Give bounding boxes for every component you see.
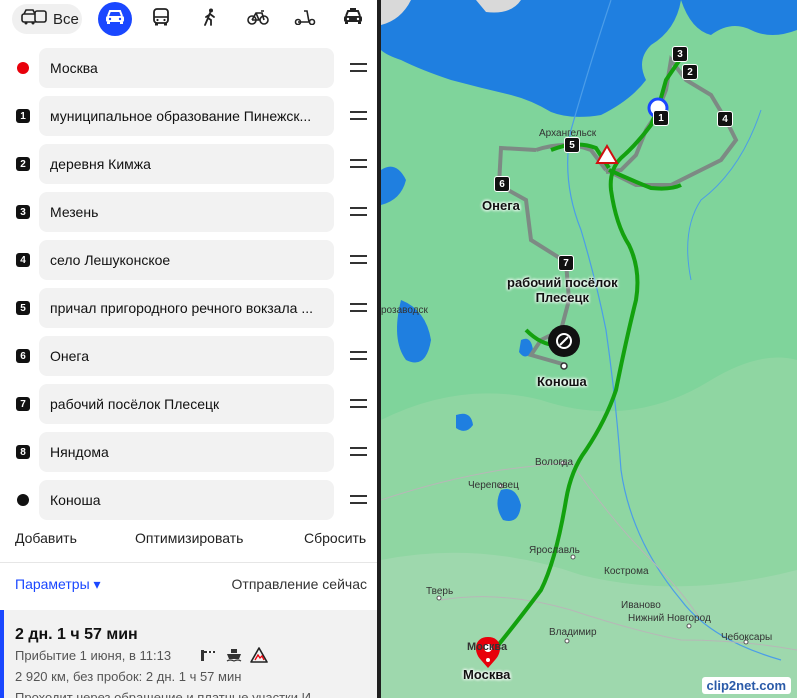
map-view[interactable]: 1 2 3 4 5 6 7 Архангельск Онега рабочий … <box>381 0 797 698</box>
bus-mode-button[interactable] <box>144 2 178 36</box>
waypoint-row: 5 причал пригородного речного вокзала ..… <box>0 288 377 328</box>
map-label-arkhangelsk: Архангельск <box>539 128 597 139</box>
map-pin-1[interactable]: 1 <box>653 110 669 126</box>
waypoint-row: 2 деревня Кимжа <box>0 144 377 184</box>
parameters-dropdown[interactable]: Параметры ▾ <box>15 576 101 593</box>
start-point-icon <box>17 62 29 74</box>
scooter-mode-button[interactable] <box>288 2 322 36</box>
all-modes-label: Все <box>53 10 79 28</box>
road-warning-icon <box>250 647 268 668</box>
waypoint-row: 8 Няндома <box>0 432 377 472</box>
waypoint-input[interactable]: муниципальное образование Пинежск... <box>39 96 334 136</box>
bike-icon <box>247 9 269 30</box>
waypoint-input[interactable]: село Лешуконское <box>39 240 334 280</box>
drag-handle-icon[interactable] <box>350 447 367 457</box>
drag-handle-icon[interactable] <box>350 63 367 73</box>
waypoint-number-badge: 2 <box>16 157 30 171</box>
scooter-icon <box>294 9 316 30</box>
end-point-icon <box>17 494 29 506</box>
waypoint-row: Москва <box>0 48 377 88</box>
map-label-cherepovets: Череповец <box>468 480 519 491</box>
waypoint-row: 7 рабочий посёлок Плесецк <box>0 384 377 424</box>
waypoint-input[interactable]: Коноша <box>39 480 334 520</box>
waypoint-row: 3 Мезень <box>0 192 377 232</box>
waypoint-input[interactable]: причал пригородного речного вокзала ... <box>39 288 334 328</box>
drag-handle-icon[interactable] <box>350 303 367 313</box>
route-actions: Добавить Оптимизировать Сбросить <box>0 530 377 550</box>
reset-button[interactable]: Сбросить <box>304 530 366 546</box>
waypoint-input[interactable]: рабочий посёлок Плесецк <box>39 384 334 424</box>
map-pin-6[interactable]: 6 <box>494 176 510 192</box>
clip2net-watermark: clip2net.com <box>701 677 791 694</box>
walk-mode-button[interactable] <box>193 2 227 36</box>
waypoint-row: 1 муниципальное образование Пинежск... <box>0 96 377 136</box>
drag-handle-icon[interactable] <box>350 159 367 169</box>
drag-handle-icon[interactable] <box>350 111 367 121</box>
route-summary-card[interactable]: 2 дн. 1 ч 57 мин Прибытие 1 июня, в 11:1… <box>0 610 377 698</box>
map-pin-7[interactable]: 7 <box>558 255 574 271</box>
map-label-onega: Онега <box>482 198 520 213</box>
ferry-icon <box>226 648 242 667</box>
map-label-kostroma: Кострома <box>604 566 649 577</box>
map-pin-2[interactable]: 2 <box>682 64 698 80</box>
waypoint-number-badge: 1 <box>16 109 30 123</box>
waypoint-number-badge: 5 <box>16 301 30 315</box>
map-label-petrozavodsk: розаводск <box>381 305 428 316</box>
car-bus-icon <box>21 8 47 30</box>
transport-mode-bar: Все <box>12 2 372 36</box>
departure-time-selector[interactable]: Отправление сейчас <box>232 576 367 592</box>
map-label-tver: Тверь <box>426 586 454 597</box>
route-distance: 2 920 км, без пробок: 2 дн. 1 ч 57 мин <box>15 669 242 684</box>
car-mode-button[interactable] <box>98 2 132 36</box>
waypoint-input[interactable]: Няндома <box>39 432 334 472</box>
waypoint-input[interactable]: Онега <box>39 336 334 376</box>
drag-handle-icon[interactable] <box>350 207 367 217</box>
all-modes-button[interactable]: Все <box>12 4 82 34</box>
map-label-moscow: Москва <box>463 667 511 682</box>
bike-mode-button[interactable] <box>241 2 275 36</box>
waypoint-input[interactable]: Москва <box>39 48 334 88</box>
waypoint-row: 6 Онега <box>0 336 377 376</box>
waypoint-number-badge: 3 <box>16 205 30 219</box>
walk-icon <box>203 8 217 31</box>
bus-icon <box>153 7 169 31</box>
divider <box>0 562 377 563</box>
map-label-vologda: Вологда <box>535 457 574 468</box>
map-label-konosha: Коноша <box>537 374 587 389</box>
map-label-plesetsk: рабочий посёлок Плесецк <box>507 275 618 305</box>
drag-handle-icon[interactable] <box>350 255 367 265</box>
map-pin-4[interactable]: 4 <box>717 111 733 127</box>
add-point-button[interactable]: Добавить <box>15 530 77 546</box>
waypoint-row: 4 село Лешуконское <box>0 240 377 280</box>
route-details-text: Проходит через обращение и платные участ… <box>15 690 311 698</box>
map-label-ivanovo: Иваново <box>621 600 661 611</box>
map-pin-5[interactable]: 5 <box>564 137 580 153</box>
map-label-cheboksary: Чебоксары <box>721 632 773 643</box>
taxi-mode-button[interactable] <box>336 2 370 36</box>
drag-handle-icon[interactable] <box>350 351 367 361</box>
arrival-time: Прибытие 1 июня, в 11:13 <box>15 648 172 663</box>
route-feature-icons <box>200 646 270 664</box>
map-pin-3[interactable]: 3 <box>672 46 688 62</box>
car-icon <box>105 9 125 30</box>
route-panel: Все Москва 1 муниципальное образование П… <box>0 0 377 698</box>
waypoint-number-badge: 8 <box>16 445 30 459</box>
optimize-button[interactable]: Оптимизировать <box>135 530 243 546</box>
drag-handle-icon[interactable] <box>350 399 367 409</box>
map-label-yaroslavl: Ярославль <box>529 545 580 556</box>
taxi-icon <box>343 8 363 30</box>
waypoint-number-badge: 6 <box>16 349 30 363</box>
waypoint-input[interactable]: деревня Кимжа <box>39 144 334 184</box>
drag-handle-icon[interactable] <box>350 495 367 505</box>
toll-barrier-icon <box>200 648 216 667</box>
route-duration: 2 дн. 1 ч 57 мин <box>15 626 138 643</box>
waypoint-input[interactable]: Мезень <box>39 192 334 232</box>
map-label-moscow-small: Москва <box>467 641 508 653</box>
waypoint-row: Коноша <box>0 480 377 520</box>
waypoint-number-badge: 7 <box>16 397 30 411</box>
map-label-nizhny-novgorod: Нижний Новгород <box>628 613 711 624</box>
map-label-vladimir: Владимир <box>549 627 597 638</box>
waypoint-number-badge: 4 <box>16 253 30 267</box>
